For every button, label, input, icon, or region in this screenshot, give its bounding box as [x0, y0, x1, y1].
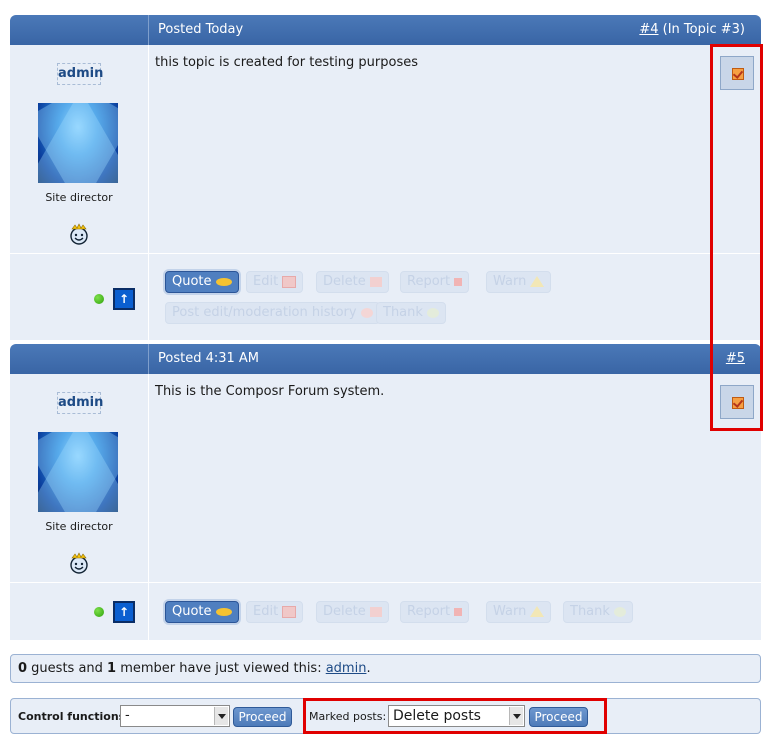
quote-icon: [215, 277, 232, 286]
poster-username[interactable]: admin: [57, 63, 103, 85]
edit-button[interactable]: Edit: [246, 271, 304, 293]
post-content: this topic is created for testing purpos…: [155, 55, 419, 70]
control-functions-label: Control functions:: [18, 710, 130, 723]
online-status-icon: [94, 294, 104, 304]
quote-button[interactable]: Quote: [165, 601, 239, 623]
thank-button[interactable]: Thank: [563, 601, 633, 623]
warn-icon: [530, 606, 545, 617]
post-content: This is the Composr Forum system.: [155, 384, 385, 399]
online-status-icon: [94, 607, 104, 617]
viewers-text-1: guests and: [27, 661, 108, 676]
post-4: Posted Today #4 (In Topic #3) admin Site…: [10, 15, 761, 340]
marked-posts-proceed-button[interactable]: Proceed: [529, 707, 588, 727]
post-header-left-cell: [10, 344, 149, 374]
post-date: Posted Today: [158, 22, 244, 37]
delete-button[interactable]: Delete: [316, 271, 389, 293]
history-icon: [360, 307, 373, 318]
report-icon: [454, 607, 463, 616]
viewers-info-bar: 0 guests and 1 member have just viewed t…: [10, 654, 761, 683]
rank-smiley-icon: [70, 223, 88, 245]
mark-post-checkbox[interactable]: [720, 56, 754, 90]
post-reference: #5: [726, 351, 745, 366]
warn-icon: [530, 276, 545, 287]
edit-button[interactable]: Edit: [246, 601, 304, 623]
post-divider: [10, 253, 761, 254]
post-number-link[interactable]: #5: [726, 351, 745, 366]
post-number-link[interactable]: #4: [639, 22, 658, 37]
poster-username[interactable]: admin: [57, 392, 103, 414]
poster-role: Site director: [45, 520, 113, 533]
warn-button[interactable]: Warn: [486, 601, 552, 623]
guests-count: 0: [18, 661, 28, 676]
control-functions-bar: Control functions: - Proceed Marked post…: [10, 698, 761, 734]
thank-icon: [613, 606, 626, 617]
thank-button[interactable]: Thank: [376, 302, 446, 324]
quote-button[interactable]: Quote: [165, 271, 239, 293]
delete-button[interactable]: Delete: [316, 601, 389, 623]
marked-posts-select[interactable]: Delete posts: [388, 705, 525, 727]
control-functions-select[interactable]: -: [120, 705, 230, 727]
report-button[interactable]: Report: [400, 271, 470, 293]
chevron-down-icon: [214, 707, 228, 725]
members-count: 1: [107, 661, 117, 676]
back-to-top-icon[interactable]: ↑: [113, 288, 135, 310]
rank-smiley-icon: [70, 552, 88, 574]
poster-avatar: [38, 103, 118, 183]
quote-icon: [215, 607, 232, 616]
marked-posts-label: Marked posts:: [309, 710, 387, 723]
back-to-top-icon[interactable]: ↑: [113, 601, 135, 623]
post-header: Posted Today #4 (In Topic #3): [10, 15, 761, 45]
edit-icon: [282, 605, 297, 618]
warn-button[interactable]: Warn: [486, 271, 552, 293]
control-functions-proceed-button[interactable]: Proceed: [233, 707, 292, 727]
moderation-history-button[interactable]: Post edit/moderation history: [165, 302, 380, 324]
poster-role: Site director: [45, 191, 113, 204]
post-divider: [10, 582, 761, 583]
mark-post-checkbox[interactable]: [720, 385, 754, 419]
checkbox-checked-icon: [732, 397, 744, 409]
topic-ref-text: (In Topic #3): [658, 22, 745, 37]
post-header: Posted 4:31 AM #5: [10, 344, 761, 374]
delete-icon: [369, 606, 382, 617]
viewers-text-2: member have just viewed this:: [116, 661, 326, 676]
post-header-left-cell: [10, 15, 149, 45]
report-button[interactable]: Report: [400, 601, 470, 623]
edit-icon: [282, 275, 297, 288]
post-date: Posted 4:31 AM: [158, 351, 260, 366]
post-reference: #4 (In Topic #3): [639, 22, 745, 37]
checkbox-checked-icon: [732, 68, 744, 80]
poster-avatar: [38, 432, 118, 512]
delete-icon: [369, 276, 382, 287]
thank-icon: [426, 307, 439, 318]
chevron-down-icon: [509, 707, 523, 725]
post-5: Posted 4:31 AM #5 admin Site director Th…: [10, 344, 761, 640]
report-icon: [454, 277, 463, 286]
viewer-member-link[interactable]: admin: [326, 661, 367, 676]
